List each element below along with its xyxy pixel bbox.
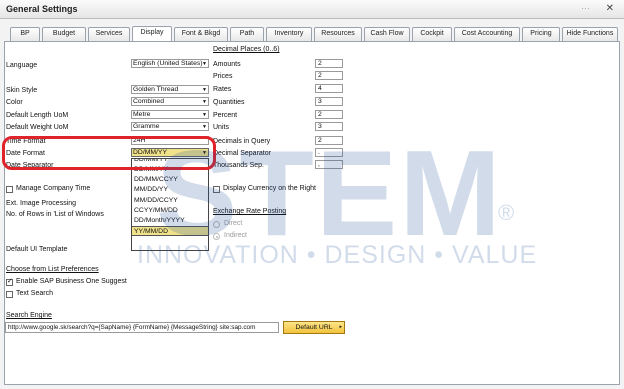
direct-label: Direct (224, 220, 243, 227)
units-input[interactable]: 3 (315, 122, 343, 131)
amounts-input[interactable]: 2 (315, 59, 343, 68)
decimal-separator-input[interactable]: . (315, 148, 343, 157)
tab-cockpit[interactable]: Cockpit (412, 27, 452, 41)
tab-strip: BP Budget Services Display Font & Bkgd P… (4, 26, 620, 41)
dropdown-option[interactable]: CCYY/MM/DD (132, 206, 208, 216)
date-format-value: DD/MM/YY (133, 149, 167, 156)
decimal-row-label: Decimals in Query (213, 138, 271, 145)
skin-style-select[interactable]: Golden Thread ▼ (131, 85, 209, 94)
dropdown-option-highlighted[interactable]: YY/MM/DD (132, 226, 208, 237)
close-icon[interactable]: ✕ (606, 3, 614, 14)
color-label: Color (6, 99, 23, 106)
dropdown-option[interactable]: DD/MM/YY (132, 165, 208, 175)
indirect-radio[interactable] (213, 233, 220, 240)
decimal-row-label: Rates (213, 86, 232, 93)
resize-grip-icon: ⋯ (581, 3, 590, 13)
exchange-rate-posting-header: Exchange Rate Posting (213, 208, 287, 215)
color-value: Combined (133, 98, 164, 105)
tab-budget[interactable]: Budget (42, 27, 86, 41)
search-engine-header: Search Engine (6, 312, 52, 319)
tab-path[interactable]: Path (230, 27, 264, 41)
display-currency-right-checkbox[interactable] (213, 186, 220, 193)
title-bar: General Settings ⋯ ✕ (0, 0, 624, 19)
dropdown-arrow-icon: ▸ (339, 324, 342, 330)
date-format-select[interactable]: DD/MM/YY ▼ (131, 148, 209, 157)
dropdown-arrow-icon: ▼ (202, 87, 207, 93)
length-uom-label: Default Length UoM (6, 112, 69, 119)
tab-inventory[interactable]: Inventory (266, 27, 312, 41)
tab-resources[interactable]: Resources (314, 27, 362, 41)
manage-company-time-label: Manage Company Time (16, 185, 91, 192)
rows-list-windows-label: No. of Rows in 'List of Windows (6, 211, 104, 218)
tab-display[interactable]: Display (132, 26, 172, 41)
decimal-row-label: Amounts (213, 61, 241, 68)
tab-font-bkgd[interactable]: Font & Bkgd (174, 27, 228, 41)
time-format-select[interactable]: 24H (131, 136, 209, 145)
tab-hide-functions[interactable]: Hide Functions (562, 27, 618, 41)
language-value: English (United States) (133, 60, 203, 67)
date-format-label: Date Format (6, 150, 45, 157)
direct-radio[interactable] (213, 221, 220, 228)
search-engine-url-input[interactable]: http://www.google.sk/search?q={SapName} … (5, 322, 279, 333)
dropdown-arrow-icon: ▼ (202, 150, 207, 156)
language-select[interactable]: English (United States) ▼ (131, 59, 209, 68)
dropdown-arrow-icon: ▼ (202, 61, 207, 67)
rates-input[interactable]: 4 (315, 84, 343, 93)
thousands-separator-input[interactable]: , (315, 160, 343, 169)
date-format-dropdown-list: DD/MM/YY DD/MM/YY DD/MM/CCYY MM/DD/YY MM… (131, 158, 209, 251)
default-url-button[interactable]: Default URL ▸ (283, 321, 345, 334)
decimal-places-header: Decimal Places (0..6) (213, 46, 280, 53)
window-title: General Settings (6, 4, 78, 14)
language-label: Language (6, 62, 38, 69)
length-uom-select[interactable]: Metre ▼ (131, 110, 209, 119)
enable-suggest-label: Enable SAP Business One Suggest (16, 278, 127, 285)
skin-style-label: Skin Style (6, 87, 38, 94)
decimal-row-label: Units (213, 124, 229, 131)
time-format-label: Time Format (6, 138, 46, 145)
decimal-row-label: Percent (213, 112, 238, 119)
weight-uom-value: Gramme (133, 123, 160, 130)
quantities-input[interactable]: 3 (315, 97, 343, 106)
length-uom-value: Metre (133, 111, 151, 118)
decimals-in-query-input[interactable]: 2 (315, 136, 343, 145)
tab-cash-flow[interactable]: Cash Flow (364, 27, 410, 41)
manage-company-time-checkbox[interactable] (6, 186, 13, 193)
color-select[interactable]: Combined ▼ (131, 97, 209, 106)
thousands-separator-label: Thousands Sep. (213, 162, 264, 169)
ext-image-processing-label: Ext. Image Processing (6, 200, 77, 207)
tab-cost-accounting[interactable]: Cost Accounting (454, 27, 520, 41)
dropdown-arrow-icon: ▼ (202, 112, 207, 118)
decimal-row-label: Prices (213, 73, 233, 80)
weight-uom-select[interactable]: Gramme ▼ (131, 122, 209, 131)
time-format-value: 24H (133, 137, 146, 144)
dropdown-option[interactable]: DD/MM/CCYY (132, 175, 208, 185)
decimal-separator-label: Decimal Separator (213, 150, 271, 157)
weight-uom-label: Default Weight UoM (6, 124, 69, 131)
tab-services[interactable]: Services (88, 27, 130, 41)
tab-bp[interactable]: BP (10, 27, 40, 41)
date-separator-label: Date Separator (6, 162, 54, 169)
dropdown-option[interactable]: MM/DD/YY (132, 185, 208, 195)
indirect-label: Indirect (224, 232, 247, 239)
dropdown-option[interactable]: DD/Month/YYYY (132, 216, 208, 226)
decimal-row-label: Quantities (213, 99, 245, 106)
display-currency-right-label: Display Currency on the Right (223, 185, 316, 192)
tab-pricing[interactable]: Pricing (522, 27, 560, 41)
dropdown-arrow-icon: ▼ (202, 124, 207, 130)
default-ui-template-label: Default UI Template (6, 246, 68, 253)
dropdown-arrow-icon: ▼ (202, 99, 207, 105)
default-url-label: Default URL (295, 324, 333, 331)
prices-input[interactable]: 2 (315, 71, 343, 80)
enable-suggest-checkbox[interactable] (6, 277, 13, 286)
text-search-label: Text Search (16, 290, 53, 297)
text-search-checkbox[interactable] (6, 291, 13, 298)
skin-style-value: Golden Thread (133, 86, 179, 93)
choose-from-list-header: Choose from List Preferences (6, 266, 99, 273)
percent-input[interactable]: 2 (315, 110, 343, 119)
dropdown-option[interactable]: MM/DD/CCYY (132, 196, 208, 206)
